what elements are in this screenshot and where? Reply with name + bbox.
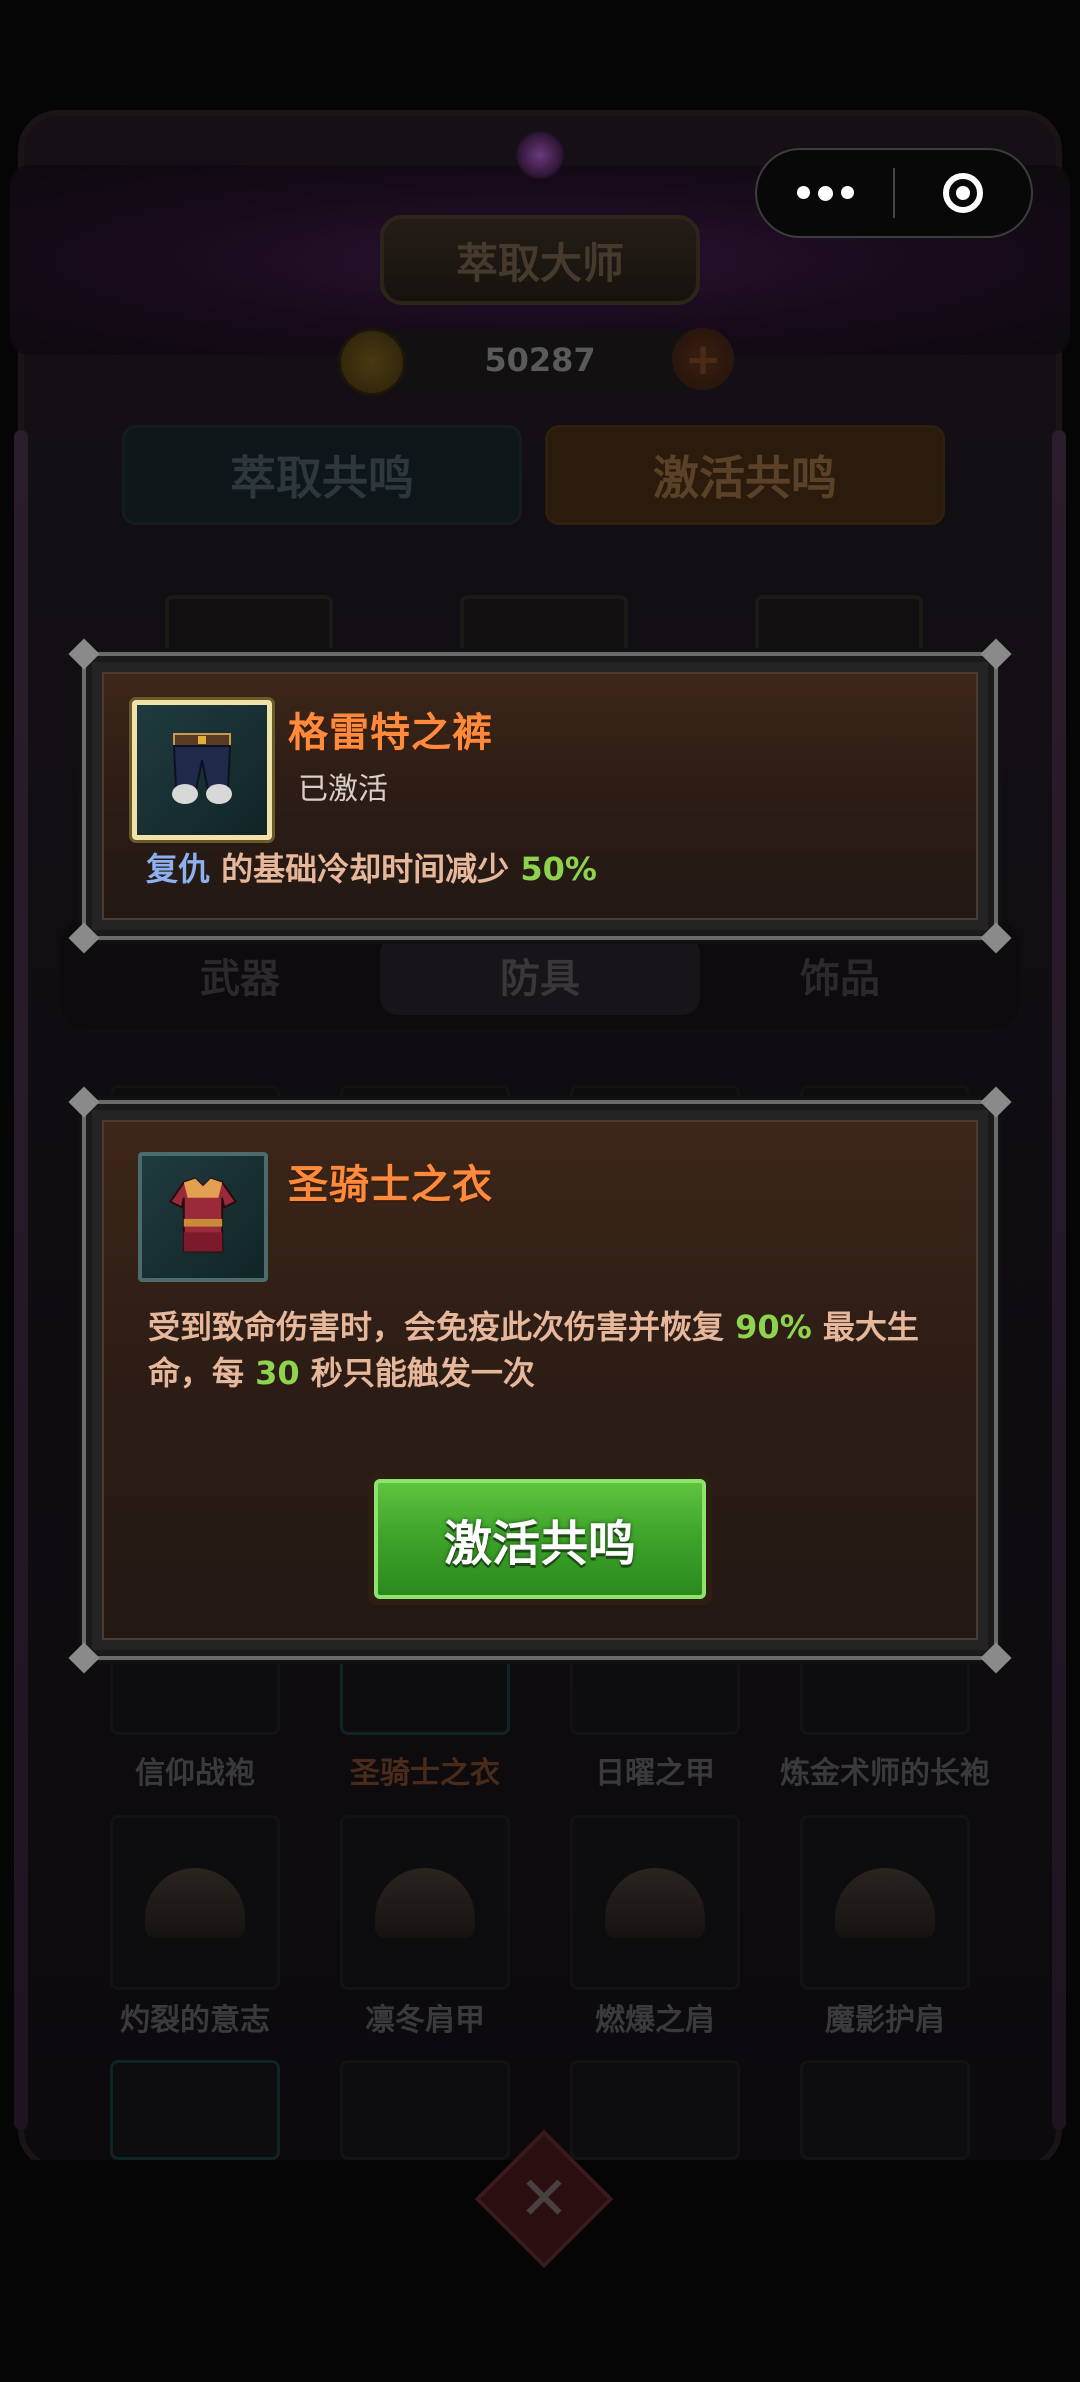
tab-activate-resonance[interactable]: 激活共鸣 bbox=[545, 425, 945, 525]
item-icon-frame bbox=[138, 1152, 268, 1282]
grid-item[interactable] bbox=[340, 2060, 510, 2160]
grid-item-label: 凛冬肩甲 bbox=[365, 2003, 485, 2038]
grid-item[interactable] bbox=[800, 2060, 970, 2160]
add-coins-button[interactable]: + bbox=[672, 328, 734, 390]
effect-text: 的基础冷却时间减少 bbox=[210, 850, 521, 888]
item-icon-frame bbox=[132, 700, 272, 840]
grid-item[interactable] bbox=[570, 2060, 740, 2160]
grid-item[interactable] bbox=[570, 1815, 740, 1990]
effect-text: 秒只能触发一次 bbox=[299, 1354, 535, 1392]
grid-item-label: 灼裂的意志 bbox=[120, 2003, 270, 2038]
grid-item[interactable] bbox=[110, 2060, 280, 2160]
grid-item-label: 信仰战袍 bbox=[135, 1756, 255, 1791]
helmet-icon bbox=[145, 1867, 245, 1938]
effect-text: 受到致命伤害时，会免疫此次伤害并恢复 bbox=[148, 1308, 736, 1346]
grid-item-label: 圣骑士之衣 bbox=[350, 1756, 500, 1791]
effect-value: 30 bbox=[255, 1354, 300, 1392]
grid-item[interactable] bbox=[800, 1815, 970, 1990]
activate-resonance-button[interactable]: 激活共鸣 bbox=[368, 1473, 712, 1605]
crest-orb-icon bbox=[515, 130, 565, 180]
coin-icon bbox=[338, 328, 406, 396]
grid-item-label: 燃爆之肩 bbox=[595, 2003, 715, 2038]
more-dots-icon bbox=[796, 185, 854, 201]
target-icon bbox=[942, 173, 983, 213]
frame-left-rail bbox=[14, 430, 28, 2130]
item-effect: 复仇 的基础冷却时间减少 50% bbox=[146, 846, 597, 892]
armor-tunic-icon bbox=[168, 1177, 238, 1253]
coin-balance: 50287 bbox=[360, 330, 720, 390]
tab-accessories[interactable]: 饰品 bbox=[680, 935, 1000, 1015]
activate-resonance-label: 激活共鸣 bbox=[374, 1479, 706, 1599]
helmet-icon bbox=[375, 1867, 475, 1938]
page-title: 萃取大师 bbox=[380, 215, 700, 305]
frame-right-rail bbox=[1052, 430, 1066, 2130]
effect-value: 50% bbox=[520, 850, 597, 888]
helmet-icon bbox=[605, 1867, 705, 1938]
item-name: 圣骑士之衣 bbox=[288, 1162, 493, 1208]
grid-item-label: 炼金术师的长袍 bbox=[780, 1756, 990, 1791]
skill-name: 复仇 bbox=[146, 850, 211, 888]
item-name: 格雷特之裤 bbox=[288, 710, 493, 756]
exit-miniprogram-button[interactable] bbox=[895, 150, 1031, 236]
miniprogram-capsule bbox=[755, 148, 1033, 238]
item-effect: 受到致命伤害时，会免疫此次伤害并恢复 90% 最大生命，每 30 秒只能触发一次 bbox=[148, 1304, 948, 1396]
grid-item-label: 日曜之甲 bbox=[595, 1756, 715, 1791]
item-status: 已激活 bbox=[298, 772, 388, 807]
pants-icon bbox=[172, 733, 232, 804]
tab-armor[interactable]: 防具 bbox=[380, 935, 700, 1015]
grid-item[interactable] bbox=[340, 1815, 510, 1990]
helmet-icon bbox=[835, 1867, 935, 1938]
grid-item-label: 魔影护肩 bbox=[825, 2003, 945, 2038]
tab-weapons[interactable]: 武器 bbox=[80, 935, 400, 1015]
grid-item[interactable] bbox=[110, 1815, 280, 1990]
effect-value: 90% bbox=[735, 1308, 812, 1346]
more-menu-button[interactable] bbox=[757, 150, 893, 236]
tab-extract-resonance[interactable]: 萃取共鸣 bbox=[122, 425, 522, 525]
activated-item-popup: 格雷特之裤 已激活 复仇 的基础冷却时间减少 50% bbox=[68, 638, 1012, 954]
